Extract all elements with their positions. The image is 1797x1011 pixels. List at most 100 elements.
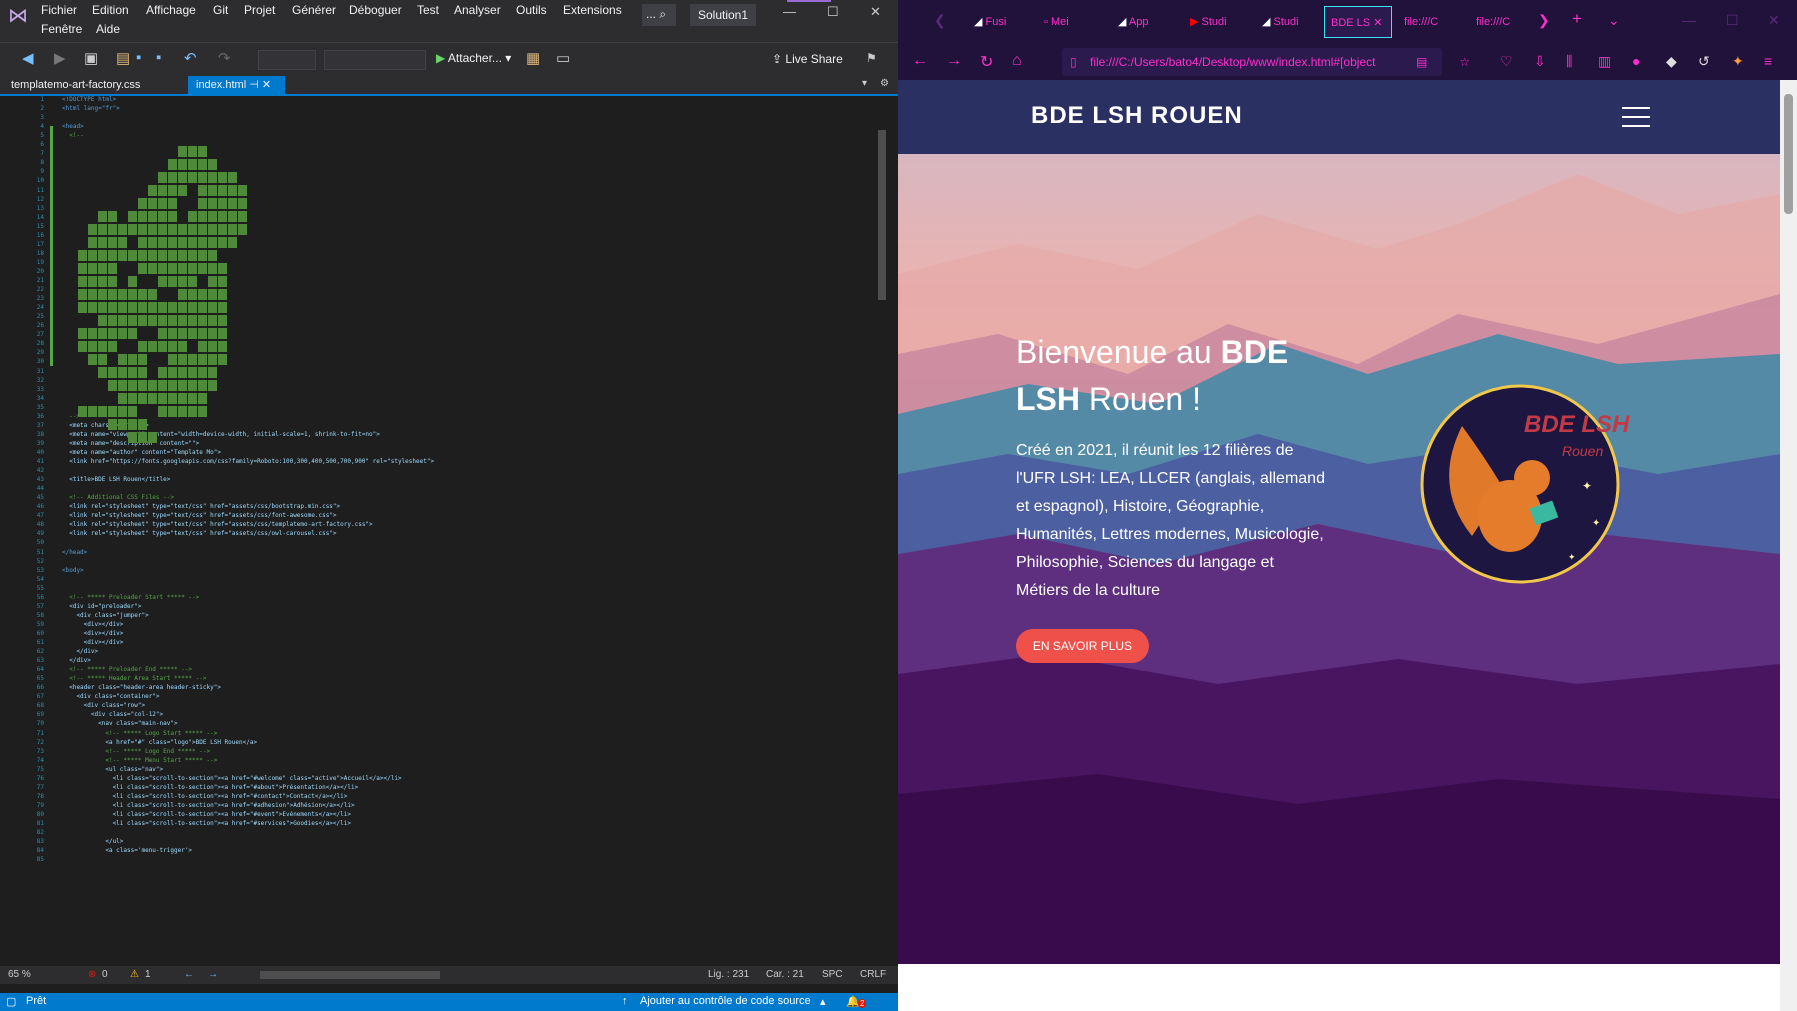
save-icon[interactable]: ▪ [136, 49, 141, 66]
code-line[interactable]: </head> [62, 549, 87, 556]
close-tab-icon[interactable]: ✕ [262, 79, 271, 91]
settings-icon[interactable]: ⚙ [880, 78, 889, 89]
close-icon[interactable]: ✕ [870, 4, 881, 20]
code-line[interactable]: <div></div> [62, 621, 124, 628]
whitespace-indicator[interactable]: SPC [822, 969, 843, 980]
code-line[interactable]: </ul> [62, 838, 123, 845]
tab-studio[interactable]: ◢ Studi [1256, 6, 1318, 38]
reload-icon[interactable]: ↻ [980, 52, 993, 72]
save-all-icon[interactable]: ▪ [156, 49, 161, 66]
code-line[interactable]: <link rel="stylesheet" type="text/css" h… [62, 521, 372, 528]
code-line[interactable]: <ul class="nav"> [62, 766, 163, 773]
list-tabs-icon[interactable]: ⌄ [1608, 12, 1620, 29]
tab-file-2[interactable]: file:///C [1470, 6, 1536, 38]
maximize-icon[interactable]: ☐ [827, 4, 839, 20]
code-line[interactable]: <nav class="main-nav"> [62, 720, 177, 727]
next-issue-icon[interactable]: → [208, 969, 218, 980]
url-bar[interactable]: ▯ file:///C:/Users/bato4/Desktop/www/ind… [1062, 48, 1470, 76]
code-line[interactable]: <li class="scroll-to-section"><a href="#… [62, 811, 351, 818]
attach-button[interactable]: ▶ Attacher... ▾ [436, 51, 511, 65]
line-ending-indicator[interactable]: CRLF [860, 969, 886, 980]
open-icon[interactable]: ▤ [116, 49, 130, 67]
menu-trigger-icon[interactable] [1622, 107, 1650, 127]
minimize-icon[interactable]: — [783, 4, 796, 19]
code-line[interactable]: <!-- ***** Menu Start ***** --> [62, 757, 217, 764]
live-share-button[interactable]: ⇪ Live Share [772, 52, 843, 66]
layout-icon[interactable]: ▭ [556, 49, 570, 67]
menu-outils[interactable]: Outils [516, 3, 547, 17]
reader-view-icon[interactable]: ▤ [1416, 48, 1427, 76]
add-source-control-button[interactable]: Ajouter au contrôle de code source [640, 995, 811, 1007]
tab-youtube-studio[interactable]: ▶ Studi [1184, 6, 1244, 38]
menu-analyser[interactable]: Analyser [454, 3, 501, 17]
code-line[interactable]: <div class="row"> [62, 702, 145, 709]
forward-icon[interactable]: → [946, 52, 962, 70]
menu-generer[interactable]: Générer [292, 3, 336, 17]
menu-extensions[interactable]: Extensions [563, 3, 622, 17]
back-icon[interactable]: ◀ [22, 49, 34, 67]
menu-edition[interactable]: Edition [92, 3, 129, 17]
tab-index-html[interactable]: index.html ⊣ ✕ [188, 76, 285, 94]
code-line[interactable]: <!-- ***** Preloader Start ***** --> [62, 594, 199, 601]
downloads-icon[interactable]: ⇩ [1534, 53, 1546, 70]
menu-deboguer[interactable]: Déboguer [349, 3, 402, 17]
site-logo[interactable]: BDE LSH ROUEN [1031, 102, 1243, 130]
bookmark-star-icon[interactable]: ☆ [1459, 48, 1470, 76]
code-line[interactable]: <li class="scroll-to-section"><a href="#… [62, 802, 355, 809]
code-line[interactable]: <!-- ***** Logo Start ***** --> [62, 730, 217, 737]
tab-fusion[interactable]: ◢ Fusi [968, 6, 1028, 38]
new-tab-icon[interactable]: + [1572, 9, 1582, 29]
code-line[interactable]: <div class="jumper"> [62, 612, 148, 619]
pocket-icon[interactable]: ♡ [1500, 53, 1513, 70]
code-line[interactable]: <header class="header-area header-sticky… [62, 684, 221, 691]
tab-bde-lsh-active[interactable]: BDE LS ✕ [1324, 6, 1392, 38]
code-editor[interactable]: 1 2 3 4 5 6 7 8 9 10 11 12 13 14 15 16 17 18 19 20 21 22 23 24 2… [0, 96, 898, 966]
tab-mei[interactable]: ▫ Mei [1038, 6, 1098, 38]
code-line[interactable]: <!-- ***** Preloader End ***** --> [62, 666, 192, 673]
configuration-combo[interactable] [258, 50, 316, 70]
code-line[interactable]: <title>BDE LSH Rouen</title> [62, 476, 170, 483]
learn-more-button[interactable]: EN SAVOIR PLUS [1016, 629, 1149, 663]
code-line[interactable]: <li class="scroll-to-section"><a href="#… [62, 820, 351, 827]
sync-icon[interactable]: ↺ [1698, 53, 1710, 70]
extension-icon[interactable]: ✦ [1732, 53, 1744, 70]
close-tab-icon[interactable]: ✕ [1373, 17, 1382, 29]
close-icon[interactable]: ✕ [1768, 12, 1780, 29]
vs-search-box[interactable]: ... ⌕ [642, 4, 676, 26]
sidebar-icon[interactable]: ▥ [1598, 53, 1611, 70]
new-project-icon[interactable]: ▣ [84, 49, 98, 67]
code-line[interactable]: <body> [62, 567, 84, 574]
back-icon[interactable]: ← [912, 52, 928, 70]
warning-icon[interactable]: ⚠ [130, 969, 139, 980]
tab-file-1[interactable]: file:///C [1398, 6, 1464, 38]
code-line[interactable]: <link href="https://fonts.googleapis.com… [62, 458, 434, 465]
source-control-dropdown-icon[interactable]: ▴ [820, 995, 826, 1008]
tab-css-file[interactable]: templatemo-art-factory.css [3, 76, 148, 94]
menu-git[interactable]: Git [213, 3, 228, 17]
code-line[interactable]: <!-- [62, 132, 83, 139]
editor-scroll-thumb[interactable] [878, 130, 886, 300]
home-icon[interactable]: ⌂ [1012, 52, 1022, 70]
code-line[interactable]: <li class="scroll-to-section"><a href="#… [62, 793, 348, 800]
hamburger-menu-icon[interactable]: ≡ [1764, 53, 1772, 69]
menu-affichage[interactable]: Affichage [146, 3, 196, 17]
code-line[interactable]: <link rel="stylesheet" type="text/css" h… [62, 530, 336, 537]
code-line[interactable]: <div class="container"> [62, 693, 159, 700]
tab-dropdown-icon[interactable]: ▾ [862, 78, 867, 89]
menu-fichier[interactable]: Fichier [41, 3, 77, 17]
code-line[interactable]: <a class='menu-trigger'> [62, 847, 192, 854]
menu-test[interactable]: Test [417, 3, 439, 17]
page-scroll-thumb[interactable] [1784, 94, 1793, 214]
library-icon[interactable]: ⫼ [1566, 53, 1572, 70]
maximize-icon[interactable]: ☐ [1726, 12, 1739, 29]
browser-icon[interactable]: ▦ [526, 49, 540, 67]
code-line[interactable]: <!-- Additional CSS Files --> [62, 494, 174, 501]
account-icon[interactable]: ● [1632, 53, 1640, 69]
feedback-icon[interactable]: ⚑ [866, 51, 877, 65]
code-line[interactable]: <div id="preloader"> [62, 603, 141, 610]
menu-aide[interactable]: Aide [96, 22, 120, 36]
tab-scroll-left-icon[interactable]: ❮ [934, 12, 946, 29]
code-line[interactable]: <div></div> [62, 630, 124, 637]
error-icon[interactable]: ⊗ [88, 969, 96, 980]
code-line[interactable]: <li class="scroll-to-section"><a href="#… [62, 784, 359, 791]
